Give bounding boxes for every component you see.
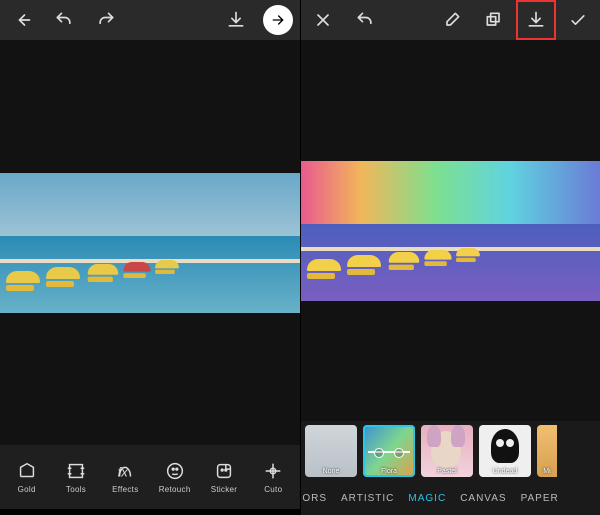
- thumb-label: Flora: [381, 468, 397, 475]
- layers-icon[interactable]: [476, 2, 512, 38]
- left-toolbar: Gold Tools fx Effects Retouch Sticker Cu…: [0, 445, 300, 509]
- close-icon[interactable]: [305, 2, 341, 38]
- tool-label: Sticker: [211, 485, 238, 494]
- undo-icon[interactable]: [46, 2, 82, 38]
- back-icon[interactable]: [4, 2, 40, 38]
- download-icon[interactable]: [218, 2, 254, 38]
- stylized-photo: [301, 161, 600, 301]
- right-canvas[interactable]: [301, 40, 600, 421]
- right-topbar: [301, 0, 600, 40]
- tool-label: Cuto: [264, 485, 282, 494]
- tab-colors[interactable]: OLORS: [301, 493, 327, 504]
- apply-icon[interactable]: [560, 2, 596, 38]
- tab-magic[interactable]: MAGIC: [408, 493, 446, 504]
- tool-gold[interactable]: Gold: [4, 460, 50, 494]
- thumb-label: None: [323, 468, 340, 475]
- tool-label: Tools: [66, 485, 86, 494]
- tool-label: Retouch: [159, 485, 191, 494]
- tool-label: Effects: [112, 485, 138, 494]
- download-icon[interactable]: [518, 2, 554, 38]
- tool-sticker[interactable]: Sticker: [201, 460, 247, 494]
- tool-label: Gold: [18, 485, 36, 494]
- thumb-label: Undead: [493, 468, 518, 475]
- eraser-icon[interactable]: [434, 2, 470, 38]
- tab-canvas[interactable]: CANVAS: [460, 493, 506, 504]
- tool-effects[interactable]: fx Effects: [102, 460, 148, 494]
- effect-thumb-undead[interactable]: Undead: [479, 425, 531, 477]
- tool-retouch[interactable]: Retouch: [152, 460, 198, 494]
- left-topbar: [0, 0, 300, 40]
- next-button[interactable]: [260, 2, 296, 38]
- effect-thumb-pastel[interactable]: Pastel: [421, 425, 473, 477]
- editor-main-panel: Gold Tools fx Effects Retouch Sticker Cu…: [0, 0, 300, 515]
- tool-cutout[interactable]: Cuto: [250, 460, 296, 494]
- svg-text:fx: fx: [118, 465, 129, 480]
- tab-artistic[interactable]: ARTISTIC: [341, 493, 394, 504]
- left-canvas[interactable]: [0, 40, 300, 445]
- effects-strip[interactable]: None Flora Pastel Undead Mi: [301, 421, 600, 481]
- effect-thumb-flora[interactable]: Flora: [363, 425, 415, 477]
- original-photo: [0, 173, 300, 313]
- redo-icon[interactable]: [88, 2, 124, 38]
- effect-thumb-none[interactable]: None: [305, 425, 357, 477]
- effect-thumb-partial[interactable]: Mi: [537, 425, 557, 477]
- editor-effect-panel: None Flora Pastel Undead Mi OLORS ARTIST…: [300, 0, 600, 515]
- tab-paper[interactable]: PAPER: [521, 493, 559, 504]
- tool-tools[interactable]: Tools: [53, 460, 99, 494]
- undo-icon[interactable]: [347, 2, 383, 38]
- thumb-label: Pastel: [437, 468, 456, 475]
- thumb-label: Mi: [543, 468, 550, 475]
- effect-category-tabs: OLORS ARTISTIC MAGIC CANVAS PAPER: [301, 481, 600, 515]
